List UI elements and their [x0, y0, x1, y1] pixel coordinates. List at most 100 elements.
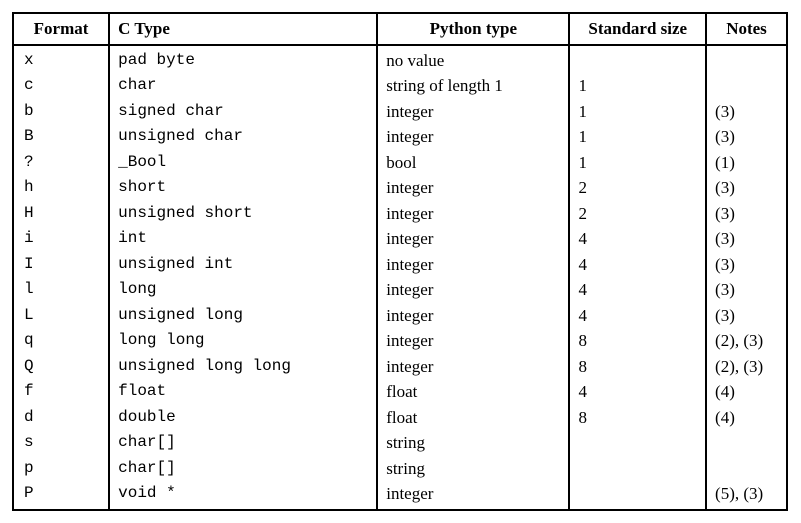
cell-format: b	[13, 99, 109, 125]
cell-ctype: unsigned char	[109, 124, 377, 150]
cell-notes: (4)	[706, 405, 787, 431]
cell-size: 4	[569, 226, 706, 252]
table-row: iintinteger4(3)	[13, 226, 787, 252]
cell-ptype: no value	[377, 45, 569, 74]
cell-ptype: float	[377, 379, 569, 405]
table-row: hshortinteger2(3)	[13, 175, 787, 201]
cell-size: 1	[569, 99, 706, 125]
table-row: bsigned charinteger1(3)	[13, 99, 787, 125]
table-row: ?_Boolbool1(1)	[13, 150, 787, 176]
cell-ctype: unsigned short	[109, 201, 377, 227]
header-row: Format C Type Python type Standard size …	[13, 13, 787, 45]
header-ctype: C Type	[109, 13, 377, 45]
cell-size: 8	[569, 405, 706, 431]
cell-format: x	[13, 45, 109, 74]
cell-ctype: pad byte	[109, 45, 377, 74]
cell-format: c	[13, 73, 109, 99]
header-notes: Notes	[706, 13, 787, 45]
cell-format: P	[13, 481, 109, 510]
cell-ptype: integer	[377, 175, 569, 201]
cell-ctype: unsigned int	[109, 252, 377, 278]
cell-ptype: string of length 1	[377, 73, 569, 99]
cell-format: B	[13, 124, 109, 150]
cell-size: 2	[569, 175, 706, 201]
cell-ctype: char	[109, 73, 377, 99]
cell-format: p	[13, 456, 109, 482]
cell-size: 4	[569, 379, 706, 405]
table-row: qlong longinteger8(2), (3)	[13, 328, 787, 354]
cell-ptype: integer	[377, 226, 569, 252]
cell-notes: (2), (3)	[706, 328, 787, 354]
cell-ptype: string	[377, 430, 569, 456]
cell-notes	[706, 456, 787, 482]
cell-ctype: long	[109, 277, 377, 303]
table-row: ccharstring of length 11	[13, 73, 787, 99]
cell-notes	[706, 430, 787, 456]
cell-size: 1	[569, 73, 706, 99]
cell-notes	[706, 73, 787, 99]
cell-notes: (5), (3)	[706, 481, 787, 510]
cell-format: d	[13, 405, 109, 431]
cell-size: 4	[569, 252, 706, 278]
cell-format: i	[13, 226, 109, 252]
cell-format: H	[13, 201, 109, 227]
cell-ptype: integer	[377, 277, 569, 303]
cell-format: h	[13, 175, 109, 201]
cell-ctype: short	[109, 175, 377, 201]
cell-size	[569, 456, 706, 482]
header-size: Standard size	[569, 13, 706, 45]
cell-ctype: _Bool	[109, 150, 377, 176]
table-body: xpad byteno valueccharstring of length 1…	[13, 45, 787, 510]
table-row: Hunsigned shortinteger2(3)	[13, 201, 787, 227]
cell-notes: (3)	[706, 303, 787, 329]
cell-notes: (2), (3)	[706, 354, 787, 380]
cell-format: s	[13, 430, 109, 456]
cell-ptype: integer	[377, 201, 569, 227]
cell-size: 8	[569, 328, 706, 354]
cell-notes: (4)	[706, 379, 787, 405]
cell-ptype: integer	[377, 481, 569, 510]
cell-ptype: integer	[377, 252, 569, 278]
cell-ctype: unsigned long long	[109, 354, 377, 380]
cell-size	[569, 481, 706, 510]
cell-ctype: char[]	[109, 430, 377, 456]
cell-ptype: integer	[377, 303, 569, 329]
cell-format: ?	[13, 150, 109, 176]
cell-ctype: double	[109, 405, 377, 431]
struct-format-table-wrap: Format C Type Python type Standard size …	[12, 12, 788, 511]
cell-ctype: signed char	[109, 99, 377, 125]
header-format: Format	[13, 13, 109, 45]
table-row: xpad byteno value	[13, 45, 787, 74]
table-row: Iunsigned intinteger4(3)	[13, 252, 787, 278]
cell-ctype: float	[109, 379, 377, 405]
table-row: schar[]string	[13, 430, 787, 456]
table-row: pchar[]string	[13, 456, 787, 482]
table-row: ffloatfloat4(4)	[13, 379, 787, 405]
cell-notes: (3)	[706, 252, 787, 278]
cell-ctype: unsigned long	[109, 303, 377, 329]
header-ptype: Python type	[377, 13, 569, 45]
cell-size	[569, 430, 706, 456]
cell-notes: (3)	[706, 201, 787, 227]
table-row: llonginteger4(3)	[13, 277, 787, 303]
table-row: ddoublefloat8(4)	[13, 405, 787, 431]
cell-format: f	[13, 379, 109, 405]
cell-notes	[706, 45, 787, 74]
cell-notes: (3)	[706, 99, 787, 125]
struct-format-table: Format C Type Python type Standard size …	[12, 12, 788, 511]
cell-ptype: integer	[377, 328, 569, 354]
table-row: Pvoid *integer (5), (3)	[13, 481, 787, 510]
cell-notes: (3)	[706, 175, 787, 201]
cell-format: l	[13, 277, 109, 303]
table-row: Bunsigned charinteger1(3)	[13, 124, 787, 150]
cell-size: 8	[569, 354, 706, 380]
cell-ptype: integer	[377, 124, 569, 150]
cell-ptype: string	[377, 456, 569, 482]
cell-ctype: void *	[109, 481, 377, 510]
cell-ptype: bool	[377, 150, 569, 176]
cell-size: 1	[569, 150, 706, 176]
cell-size: 4	[569, 277, 706, 303]
cell-size: 1	[569, 124, 706, 150]
table-row: Lunsigned longinteger4(3)	[13, 303, 787, 329]
cell-ptype: integer	[377, 99, 569, 125]
